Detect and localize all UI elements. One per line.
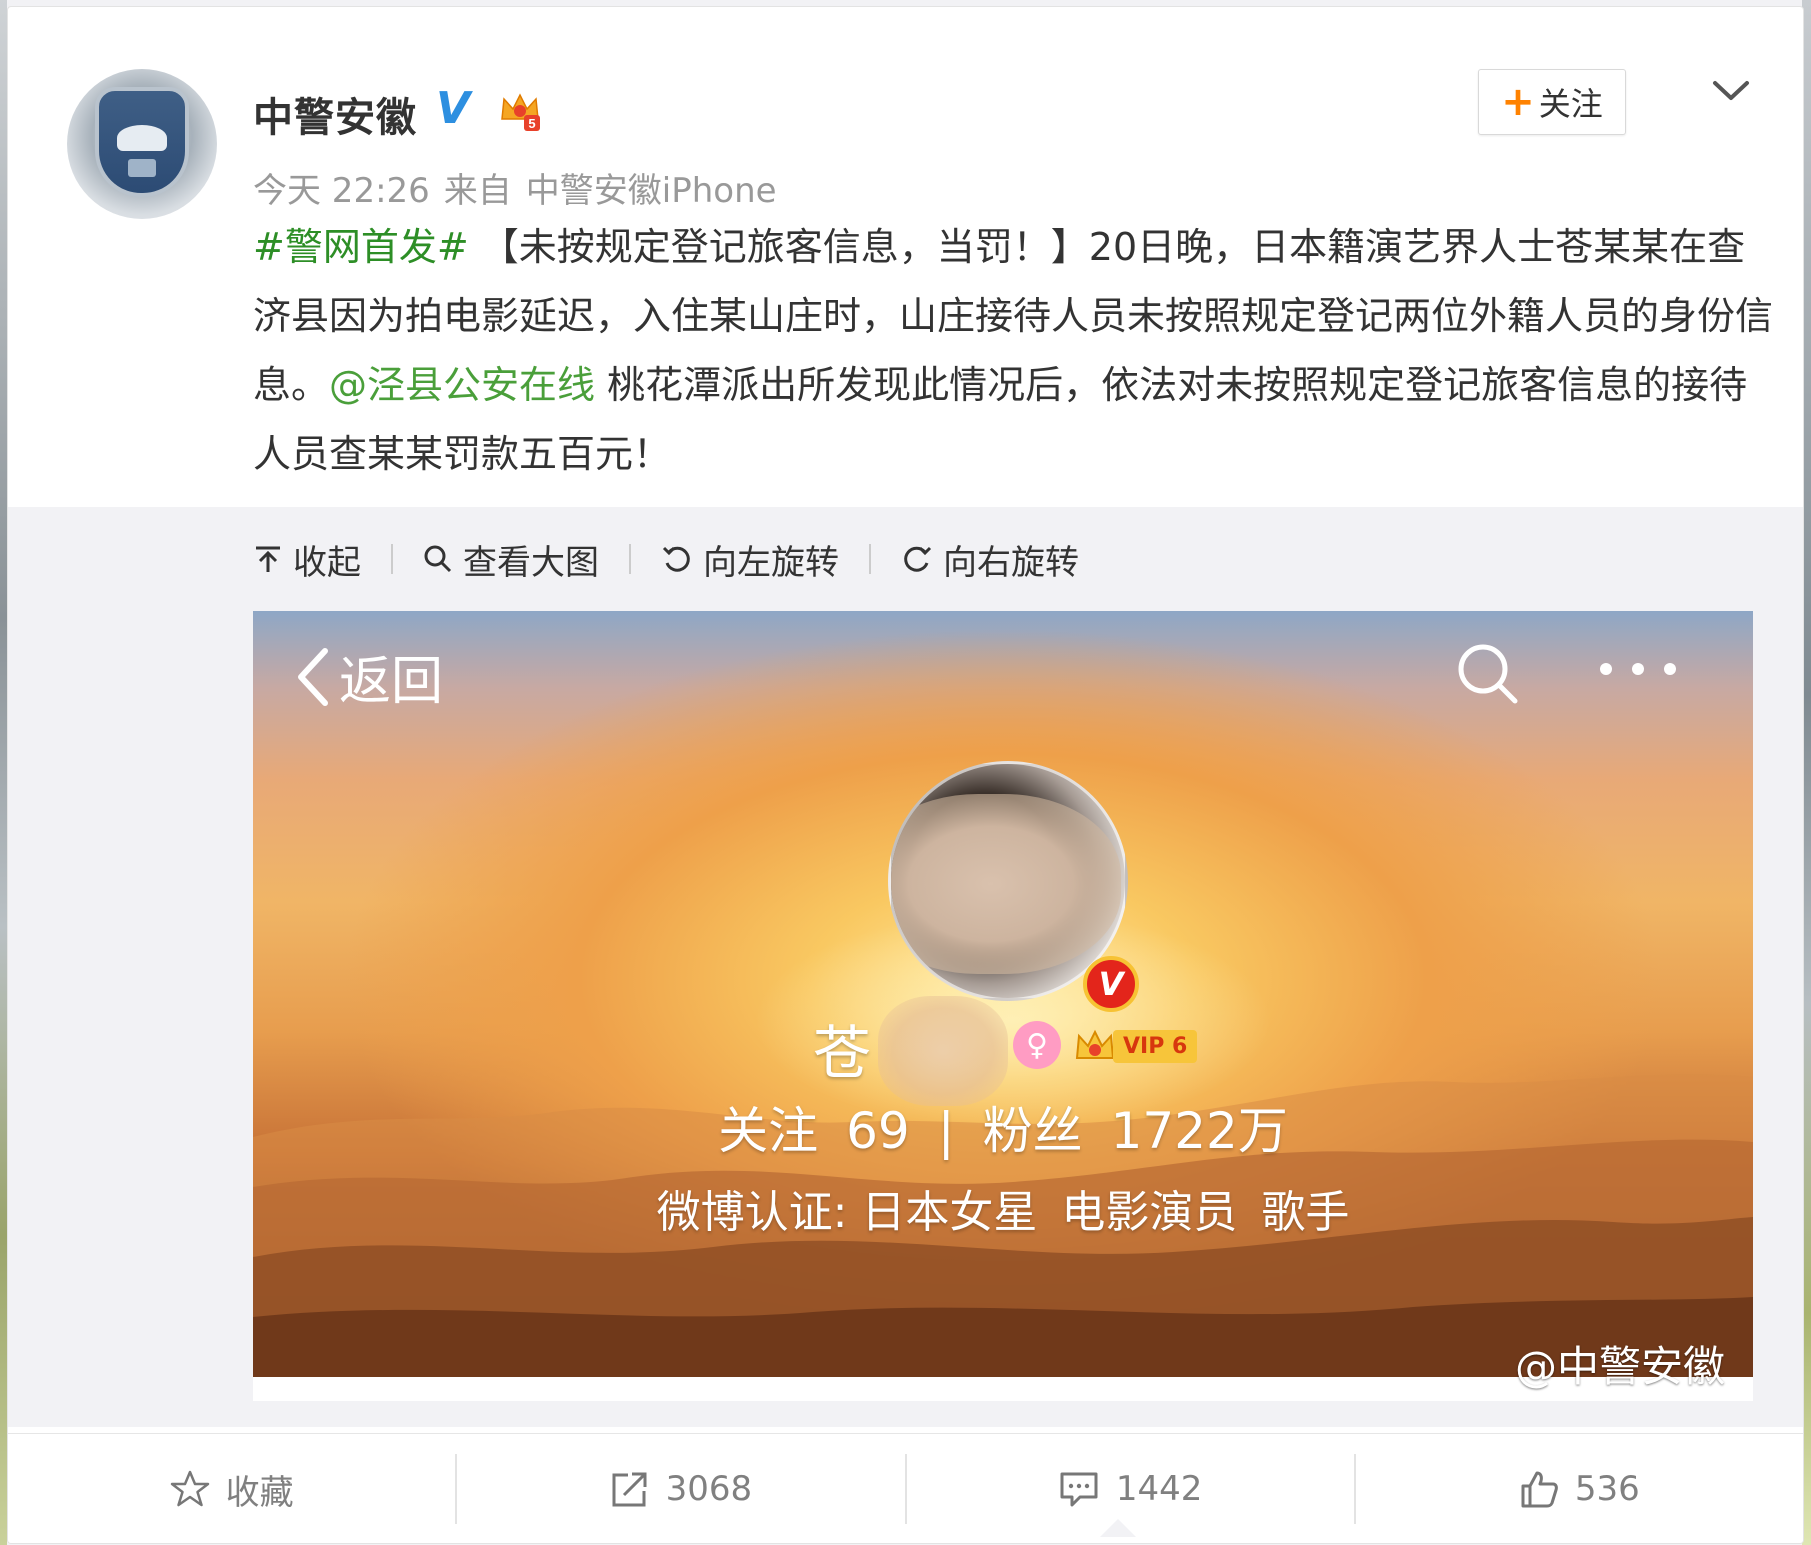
like-button[interactable]: 536 [1356,1434,1803,1543]
magnifier-icon [424,545,452,573]
repost-button[interactable]: 3068 [457,1434,904,1543]
action-bar: 收藏 3068 1442 536 [8,1433,1803,1543]
favorite-button[interactable]: 收藏 [8,1434,455,1543]
rotate-right-button[interactable]: 向右旋转 [901,535,1079,584]
repost-icon [612,1472,647,1507]
crown-icon [1075,1029,1115,1059]
author-name[interactable]: 中警安徽 [253,85,417,143]
thumbs-up-icon [1521,1471,1558,1508]
vip-tag: VIP 6 [1073,1026,1198,1066]
following-count: 69 [846,1102,910,1160]
fans-count: 1722万 [1110,1102,1288,1160]
female-icon: ♀ [1013,1021,1061,1069]
cert-role-2: 歌手 [1261,1187,1350,1238]
vip-label: VIP 6 [1113,1029,1198,1063]
stats-divider: | [937,1102,955,1160]
like-count: 536 [1574,1469,1640,1509]
vip-crown-icon[interactable]: 5 [498,89,542,133]
collapse-icon [256,546,280,572]
rotate-right-icon [904,546,932,572]
image-watermark: @中警安徽 [1515,1342,1726,1391]
mountain-silhouettes [253,1074,1753,1377]
star-icon [170,1470,209,1507]
post-time[interactable]: 今天 22:26 [253,171,430,211]
rotate-left-label: 向左旋转 [703,542,839,583]
toolbar-divider [869,544,871,574]
comment-count: 1442 [1115,1469,1203,1509]
comment-pointer [1100,1519,1136,1537]
view-large-label: 查看大图 [463,542,599,583]
plus-icon: + [1501,79,1535,125]
fans-label: 粉丝 [982,1102,1083,1160]
more-icon [1600,663,1676,675]
mention-link[interactable]: @泾县公安在线 [329,363,595,407]
favorite-label: 收藏 [225,1472,294,1513]
collapse-label: 收起 [293,542,361,583]
name-privacy-blur [878,996,1008,1106]
weibo-post-card: 中警安徽 V 5 今天 22:26 来自 中警安徽iPhone + 关注 #警网首发… [7,6,1804,1544]
post-source[interactable]: 中警安徽iPhone [526,171,777,211]
follow-button-label: 关注 [1538,85,1603,123]
view-large-button[interactable]: 查看大图 [423,535,599,584]
post-text: #警网首发# 【未按规定登记旅客信息，当罚！】20日晚，日本籍演艺界人士苍某某在… [253,213,1773,489]
author-avatar[interactable] [67,69,217,219]
profile-certification: 微博认证: 日本女星 电影演员 歌手 [253,1176,1753,1240]
vip-level-text: 5 [528,116,535,131]
page-edge-left [0,0,7,1545]
chevron-down-icon[interactable] [1711,79,1751,103]
toolbar-divider [629,544,631,574]
rotate-left-icon [662,546,690,572]
privacy-blur [891,794,1121,974]
post-meta: 今天 22:26 来自 中警安徽iPhone [253,163,791,212]
follow-button[interactable]: + 关注 [1478,69,1626,135]
cert-role-1: 电影演员 [1061,1187,1238,1238]
topic-hashtag[interactable]: #警网首发# [253,225,469,269]
profile-name: 苍 [813,1019,872,1087]
repost-count: 3068 [665,1469,753,1509]
from-label: 来自 [443,171,512,211]
back-button: 返回 [293,639,443,714]
following-label: 关注 [718,1102,819,1160]
verified-icon[interactable]: V [436,87,470,131]
rotate-left-button[interactable]: 向左旋转 [661,535,839,584]
rotate-right-label: 向右旋转 [943,542,1079,583]
back-label: 返回 [339,652,444,712]
embedded-profile-screenshot: 返回 V 苍 ♀ VIP 6 关注 69 | 粉丝 1722万 微博认证: 日本… [253,611,1753,1377]
comment-icon [1060,1472,1098,1507]
cert-label: 微博认证: 日本女星 [656,1187,1038,1238]
chevron-left-icon [298,647,328,706]
profile-stats: 关注 69 | 粉丝 1722万 [253,1091,1753,1163]
police-badge-icon [95,87,189,197]
orange-v-badge-icon: V [1083,956,1139,1012]
image-toolbar: 收起 查看大图 向左旋转 向右旋转 [253,534,1079,584]
search-icon [1458,644,1518,704]
post-image[interactable]: 返回 V 苍 ♀ VIP 6 关注 69 | 粉丝 1722万 微博认证: 日本… [253,611,1753,1401]
collapse-button[interactable]: 收起 [253,535,361,584]
toolbar-divider [391,544,393,574]
